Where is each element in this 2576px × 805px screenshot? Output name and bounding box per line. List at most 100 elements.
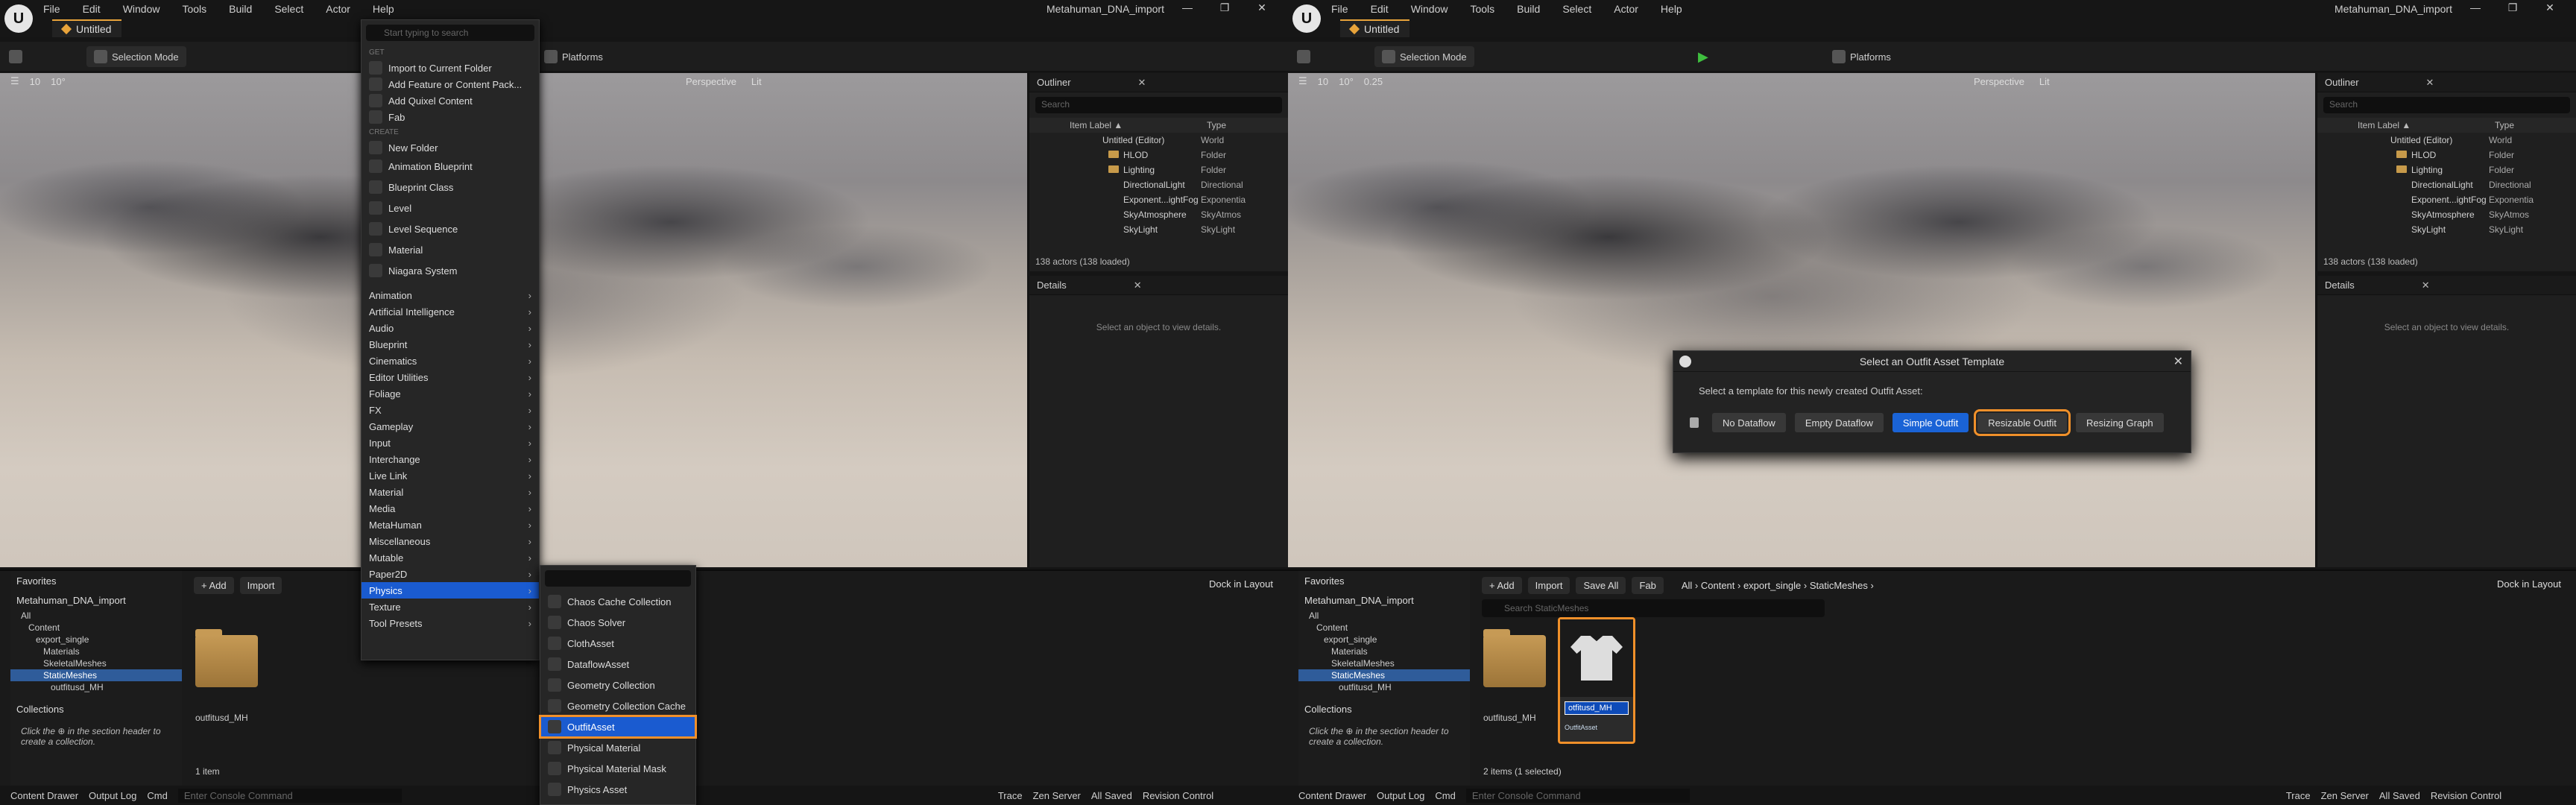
outliner-row[interactable]: SkyLight SkyLight <box>2317 222 2576 237</box>
resizable-outfit-button[interactable]: Resizable Outfit <box>1974 409 2071 436</box>
cmd-button[interactable]: Cmd <box>1435 790 1455 801</box>
tree-item[interactable]: SkeletalMeshes <box>10 657 182 669</box>
col-type[interactable]: Type <box>2495 120 2514 130</box>
content-drawer-button[interactable]: Content Drawer <box>1298 790 1366 801</box>
submenu-item[interactable]: Physics Asset <box>540 779 695 800</box>
save-icon[interactable] <box>1297 46 1315 67</box>
close-icon[interactable]: ✕ <box>1134 280 1142 291</box>
add-button[interactable]: + Add <box>194 576 234 594</box>
menu-category[interactable]: Material › <box>362 484 539 500</box>
tree-item[interactable]: Content <box>1298 622 1470 634</box>
console-input[interactable]: Enter Console Command <box>177 788 402 803</box>
outliner-row[interactable]: SkyLight SkyLight <box>1029 222 1288 237</box>
tree-item-selected[interactable]: StaticMeshes <box>1298 669 1470 681</box>
tree-item[interactable]: Materials <box>10 645 182 657</box>
snap-rotation[interactable]: 10° <box>51 76 66 87</box>
menu-category[interactable]: Animation › <box>362 287 539 303</box>
menu-select[interactable]: Select <box>1562 3 1591 15</box>
menu-item-import[interactable]: Import to Current Folder <box>362 60 539 76</box>
level-tab[interactable]: Untitled <box>1340 19 1410 37</box>
menu-tools[interactable]: Tools <box>1470 3 1494 15</box>
console-input[interactable]: Enter Console Command <box>1465 788 1690 803</box>
menu-window[interactable]: Window <box>123 3 160 15</box>
submenu-item[interactable]: Chaos Cache Collection <box>540 591 695 612</box>
viewport-menu-icon[interactable]: ☰ <box>1298 75 1307 87</box>
outliner-row[interactable]: HLOD Folder <box>2317 148 2576 162</box>
zen-server-button[interactable]: Zen Server <box>2321 790 2369 801</box>
menu-help[interactable]: Help <box>1661 3 1682 15</box>
outliner-row[interactable]: SkyAtmosphere SkyAtmos <box>2317 207 2576 222</box>
menu-category[interactable]: Media › <box>362 500 539 517</box>
trace-button[interactable]: Trace <box>2286 790 2311 801</box>
snap-scale[interactable]: 0.25 <box>1364 76 1383 87</box>
snap-grid[interactable]: 10 <box>30 76 40 87</box>
menu-actor[interactable]: Actor <box>326 3 350 15</box>
revision-control-button[interactable]: Revision Control <box>1143 790 1213 801</box>
menu-tools[interactable]: Tools <box>182 3 206 15</box>
menu-category[interactable]: Audio › <box>362 320 539 336</box>
no-dataflow-button[interactable]: No Dataflow <box>1712 413 1786 432</box>
outliner-row[interactable]: SkyAtmosphere SkyAtmos <box>1029 207 1288 222</box>
tree-item[interactable]: export_single <box>10 634 182 645</box>
tree-item[interactable]: Content <box>10 622 182 634</box>
tree-item[interactable]: SkeletalMeshes <box>1298 657 1470 669</box>
tree-item[interactable]: All <box>1298 610 1470 622</box>
outliner-search[interactable]: Search <box>1035 97 1282 113</box>
menu-category[interactable]: Artificial Intelligence › <box>362 303 539 320</box>
maximize-button[interactable]: ❐ <box>1206 1 1243 14</box>
save-all-button[interactable]: Save All <box>1576 576 1626 594</box>
all-saved-button[interactable]: All Saved <box>1091 790 1132 801</box>
cmd-button[interactable]: Cmd <box>147 790 167 801</box>
outliner-row[interactable]: DirectionalLight Directional <box>2317 177 2576 192</box>
tree-item[interactable]: outfitusd_MH <box>1298 681 1470 693</box>
tree-item[interactable]: All <box>10 610 182 622</box>
outliner-row[interactable]: HLOD Folder <box>1029 148 1288 162</box>
menu-item-basic[interactable]: Level Sequence <box>362 218 539 239</box>
menu-actor[interactable]: Actor <box>1614 3 1638 15</box>
platforms-dropdown[interactable]: Platforms <box>544 46 603 67</box>
simple-outfit-button[interactable]: Simple Outfit <box>1892 413 1969 432</box>
dock-in-layout-button[interactable]: Dock in Layout <box>1209 578 1273 590</box>
import-button[interactable]: Import <box>239 576 282 594</box>
menu-edit[interactable]: Edit <box>83 3 101 15</box>
menu-category[interactable]: Mutable › <box>362 549 539 566</box>
favorites-header[interactable]: Favorites <box>10 571 182 590</box>
col-type[interactable]: Type <box>1207 120 1226 130</box>
close-button[interactable]: ✕ <box>1243 1 1281 14</box>
snap-rotation[interactable]: 10° <box>1339 76 1354 87</box>
menu-category[interactable]: Texture › <box>362 599 539 615</box>
close-icon[interactable]: ✕ <box>2422 280 2430 291</box>
menu-category[interactable]: Input › <box>362 435 539 451</box>
menu-category[interactable]: Tool Presets › <box>362 615 539 631</box>
outliner-row[interactable]: Lighting Folder <box>1029 162 1288 177</box>
outliner-search[interactable]: Search <box>2323 97 2570 113</box>
tree-item[interactable]: outfitusd_MH <box>10 681 182 693</box>
project-header[interactable]: Metahuman_DNA_import <box>10 590 182 610</box>
level-tab[interactable]: Untitled <box>52 19 122 37</box>
favorites-header[interactable]: Favorites <box>1298 571 1470 590</box>
menu-search-input[interactable]: Start typing to search <box>366 25 534 41</box>
asset-search-input[interactable]: Search StaticMeshes <box>1482 599 1825 617</box>
menu-category-physics[interactable]: Physics › <box>362 582 539 599</box>
lit-button[interactable]: Lit <box>2039 76 2050 87</box>
menu-category[interactable]: Live Link › <box>362 467 539 484</box>
menu-item-basic[interactable]: Level <box>362 198 539 218</box>
menu-help[interactable]: Help <box>373 3 394 15</box>
revision-control-button[interactable]: Revision Control <box>2431 790 2501 801</box>
level-viewport[interactable]: ☰ 10 10° 0.25 Perspective Lit <box>1288 73 2315 567</box>
menu-item-basic[interactable]: Animation Blueprint <box>362 156 539 177</box>
maximize-button[interactable]: ❐ <box>2494 1 2531 14</box>
submenu-item[interactable]: DataflowAsset <box>540 654 695 675</box>
snap-grid[interactable]: 10 <box>1318 76 1328 87</box>
outfit-asset-tile[interactable]: otfitusd_MH OutfitAsset <box>1558 617 1635 744</box>
tree-item[interactable]: Materials <box>1298 645 1470 657</box>
submenu-item[interactable]: ClothAsset <box>540 633 695 654</box>
submenu-search[interactable] <box>545 570 691 587</box>
submenu-item-outfit-asset[interactable]: OutfitAsset <box>539 715 697 739</box>
menu-file[interactable]: File <box>1331 3 1348 15</box>
save-icon[interactable] <box>9 46 27 67</box>
menu-category[interactable]: Editor Utilities › <box>362 369 539 385</box>
mode-dropdown[interactable]: Selection Mode <box>1374 46 1474 67</box>
perspective-button[interactable]: Perspective <box>686 76 736 87</box>
zen-server-button[interactable]: Zen Server <box>1033 790 1081 801</box>
